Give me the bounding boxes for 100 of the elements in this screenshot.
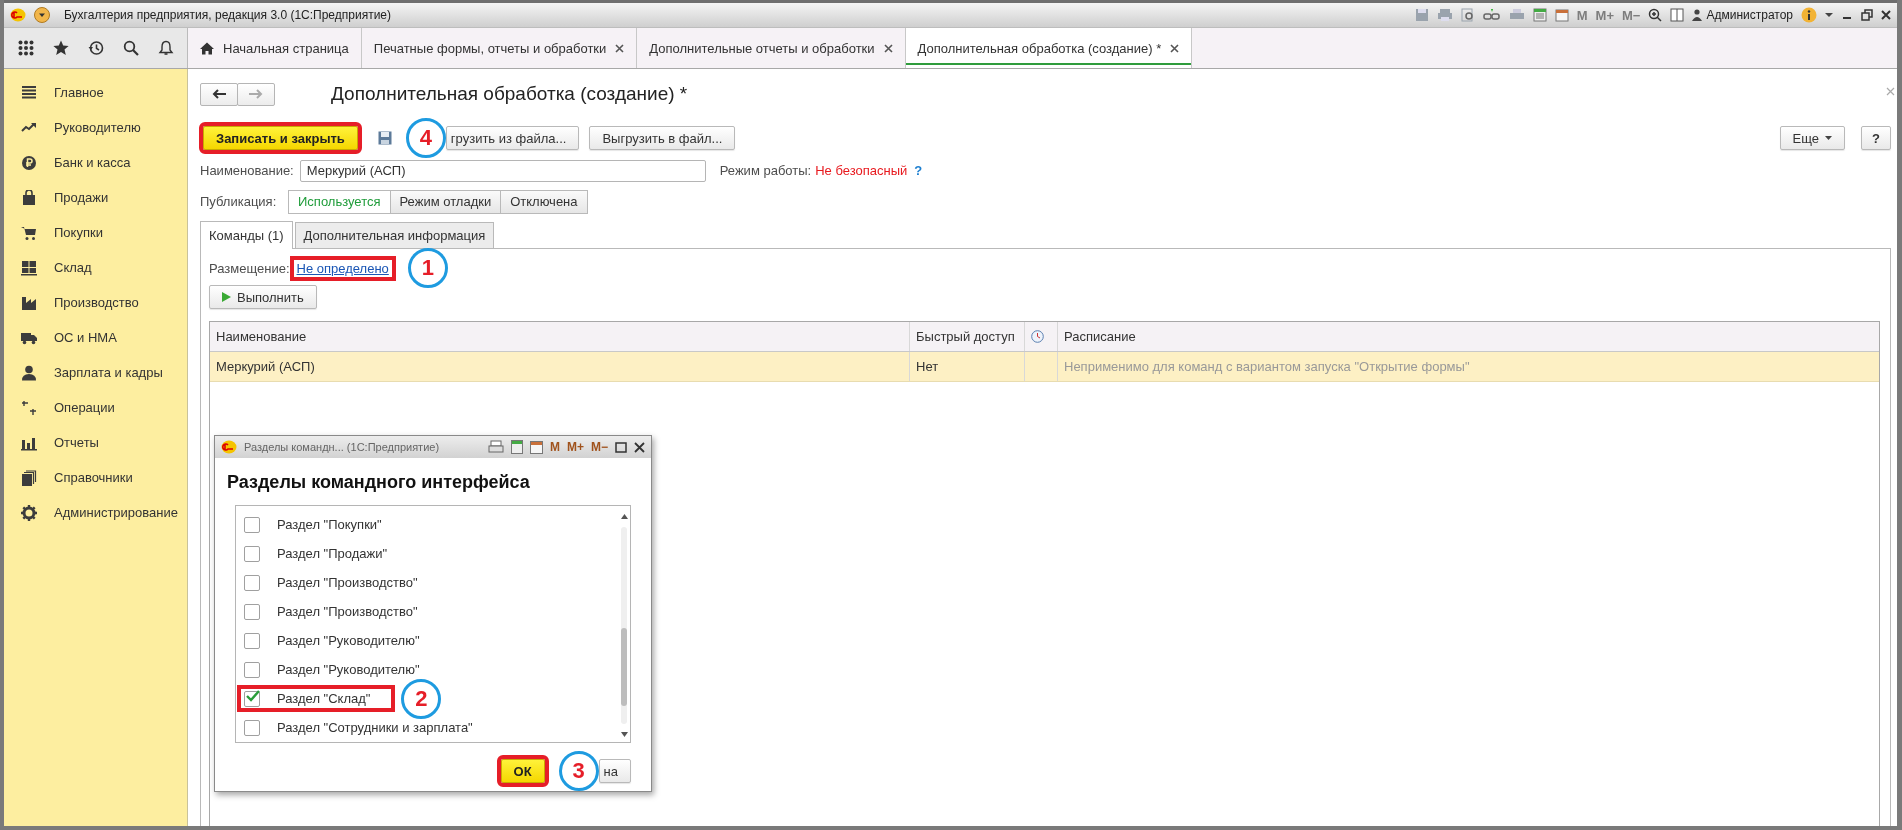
column-header[interactable]: Расписание bbox=[1058, 322, 1879, 351]
sidebar-item[interactable]: Продажи bbox=[4, 180, 187, 215]
page-tab[interactable]: Дополнительная обработка (создание) * bbox=[905, 28, 1193, 68]
app-logo-icon bbox=[10, 8, 26, 22]
page-tab[interactable]: Дополнительные отчеты и обработки bbox=[637, 28, 906, 68]
sidebar-item[interactable]: Операции bbox=[4, 390, 187, 425]
checkbox[interactable] bbox=[244, 574, 260, 591]
segment-option[interactable]: Отключена bbox=[500, 189, 588, 214]
memory-button[interactable]: M bbox=[549, 440, 560, 455]
print-icon[interactable] bbox=[487, 440, 504, 455]
grid-icon bbox=[21, 259, 37, 276]
close-icon[interactable] bbox=[634, 441, 645, 453]
sidebar-item[interactable]: Отчеты bbox=[4, 425, 187, 460]
section-item[interactable]: Раздел "Продажи" bbox=[236, 539, 396, 568]
star-icon[interactable] bbox=[52, 40, 69, 56]
save-icon[interactable] bbox=[377, 131, 392, 145]
sidebar-item[interactable]: Зарплата и кадры bbox=[4, 355, 187, 390]
panel-icon[interactable] bbox=[1670, 8, 1685, 22]
user-name[interactable]: Администратор bbox=[1706, 8, 1793, 22]
section-item[interactable]: Раздел "Производство" bbox=[236, 597, 426, 626]
sidebar-item[interactable]: Справочники bbox=[4, 460, 187, 495]
zoom-icon[interactable] bbox=[1648, 8, 1663, 22]
table-cell-text: Неприменимо для команд с вариантом запуска "Открытие формы" bbox=[1063, 358, 1471, 376]
run-button[interactable]: Выполнить bbox=[209, 285, 317, 309]
form-tab[interactable]: Команды (1) bbox=[200, 221, 293, 249]
arrow-left-icon bbox=[212, 89, 226, 99]
field-label: Публикация: bbox=[200, 194, 278, 209]
search-icon[interactable] bbox=[122, 40, 139, 56]
column-header[interactable]: Наименование bbox=[210, 322, 910, 351]
preview-icon[interactable] bbox=[1460, 8, 1475, 22]
close-icon[interactable] bbox=[1881, 9, 1891, 21]
command-button[interactable]: Выгрузить в файл... bbox=[589, 126, 736, 150]
dropdown-icon[interactable] bbox=[1825, 12, 1833, 18]
window-title: Бухгалтерия предприятия, редакция 3.0 (1С:Предприятие) bbox=[64, 8, 392, 22]
bag-icon bbox=[21, 189, 37, 206]
dialog-button[interactable]: на bbox=[598, 759, 631, 783]
history-icon[interactable] bbox=[87, 40, 104, 56]
field-label: Размещение: bbox=[209, 260, 290, 276]
form-title: Дополнительная обработка (создание) * bbox=[331, 83, 688, 105]
sidebar-item[interactable]: Банк и касса bbox=[4, 145, 187, 180]
scroll-thumb[interactable] bbox=[621, 628, 627, 706]
section-item[interactable]: Раздел "Покупки" bbox=[236, 510, 390, 539]
checkbox[interactable] bbox=[244, 719, 260, 736]
name-field[interactable]: Меркурий (АСП) bbox=[299, 159, 706, 182]
command-button[interactable]: грузить из файла... bbox=[445, 126, 580, 150]
help-link[interactable]: ? bbox=[914, 163, 923, 178]
print-icon[interactable] bbox=[1436, 8, 1453, 22]
dropdown-icon[interactable] bbox=[34, 7, 50, 23]
page-tab[interactable]: Печатные формы, отчеты и обработки bbox=[361, 28, 638, 68]
restore-icon[interactable] bbox=[1861, 9, 1873, 21]
person-icon bbox=[21, 364, 37, 381]
calendar-icon[interactable] bbox=[1554, 8, 1569, 22]
close-icon[interactable] bbox=[883, 43, 893, 53]
form-tab[interactable]: Дополнительная информация bbox=[294, 222, 495, 248]
checkbox[interactable] bbox=[244, 545, 260, 562]
sidebar-item[interactable]: Покупки bbox=[4, 215, 187, 250]
factory-icon bbox=[21, 294, 37, 311]
sidebar-item[interactable]: Склад bbox=[4, 250, 187, 285]
books-icon bbox=[21, 469, 37, 486]
bell-icon[interactable] bbox=[157, 40, 174, 56]
checkbox[interactable] bbox=[244, 632, 260, 649]
section-item[interactable]: Раздел "Производство" bbox=[236, 568, 426, 597]
help-button[interactable]: ? bbox=[1861, 126, 1891, 150]
checkbox[interactable] bbox=[244, 690, 260, 707]
checkbox[interactable] bbox=[244, 661, 260, 678]
sidebar-item[interactable]: Руководителю bbox=[4, 110, 187, 145]
print-icon[interactable] bbox=[1508, 8, 1525, 22]
field-label: Наименование: bbox=[200, 163, 294, 178]
page-tab[interactable]: Начальная страница bbox=[188, 28, 362, 68]
table-row[interactable]: Меркурий (АСП) Нет Неприменимо для команд с вариантом запуска "Открытие формы" bbox=[210, 352, 1879, 382]
sidebar-item[interactable]: Администрирование bbox=[4, 495, 187, 530]
back-button[interactable] bbox=[200, 82, 238, 106]
section-item[interactable]: Раздел "Склад" bbox=[236, 684, 397, 713]
sidebar-item[interactable]: Главное bbox=[4, 75, 187, 110]
maximize-icon[interactable] bbox=[615, 441, 627, 453]
calendar-icon[interactable] bbox=[529, 440, 543, 455]
section-item[interactable]: Раздел "Руководителю" bbox=[236, 626, 428, 655]
close-icon[interactable] bbox=[1170, 43, 1180, 53]
save-icon[interactable] bbox=[1414, 8, 1429, 22]
arrow-right-icon bbox=[249, 89, 263, 99]
sidebar-item[interactable]: Производство bbox=[4, 285, 187, 320]
memory-button[interactable]: M− bbox=[591, 440, 608, 455]
column-header[interactable]: Быстрый доступ bbox=[910, 322, 1025, 351]
segment-option[interactable]: Используется bbox=[288, 189, 391, 214]
calculator-icon[interactable] bbox=[510, 440, 523, 455]
calculator-icon[interactable] bbox=[1532, 8, 1547, 22]
gear-icon bbox=[21, 504, 37, 521]
cart-icon bbox=[21, 224, 37, 241]
close-icon[interactable] bbox=[615, 43, 625, 53]
checkbox[interactable] bbox=[244, 516, 260, 533]
memory-button[interactable]: M+ bbox=[566, 440, 584, 455]
link-icon[interactable] bbox=[1482, 8, 1501, 22]
sidebar-item[interactable]: ОС и НМА bbox=[4, 320, 187, 355]
apps-icon[interactable] bbox=[17, 40, 34, 56]
info-icon[interactable] bbox=[1801, 7, 1817, 23]
dialog-title: Разделы командн... (1С:Предприятие) bbox=[244, 441, 440, 454]
segment-option[interactable]: Режим отладки bbox=[389, 189, 502, 214]
more-button[interactable]: Еще bbox=[1779, 126, 1846, 150]
checkbox[interactable] bbox=[244, 603, 260, 620]
play-icon bbox=[222, 292, 231, 302]
